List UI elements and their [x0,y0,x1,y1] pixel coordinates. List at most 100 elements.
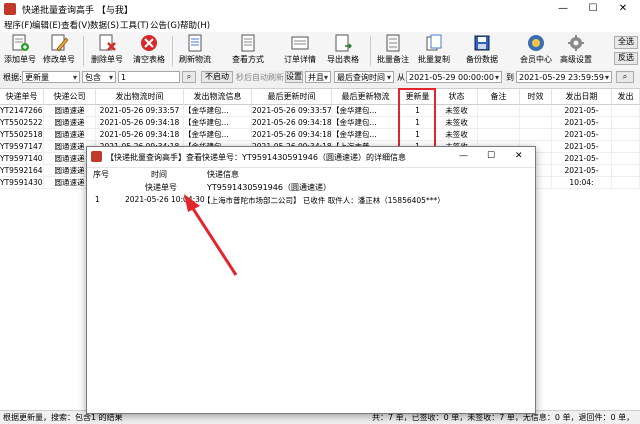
menu-view[interactable]: 查看(V) [61,19,90,31]
table-cell[interactable]: 圆通速递 [44,105,96,117]
filter-field-select[interactable]: 更新量 [22,71,80,83]
table-cell[interactable] [478,117,520,129]
batch-note-button[interactable]: 批量备注 [376,34,410,68]
table-cell[interactable] [612,117,640,129]
table-cell[interactable]: 2021-05- [552,129,612,141]
annotation-arrow [184,194,238,276]
table-cell[interactable] [520,105,552,117]
column-header[interactable]: 时效 [520,89,552,105]
table-cell[interactable]: YT9592164... [0,165,44,177]
highlight-box [398,88,436,151]
column-header[interactable]: 备注 [478,89,520,105]
table-cell[interactable] [612,141,640,153]
dialog-minimize-button[interactable]: — [459,151,468,161]
view-mode-button[interactable]: 查看方式 [228,34,268,68]
table-cell[interactable] [612,153,640,165]
table-cell[interactable]: YT9591430... [0,177,44,189]
minimize-button[interactable]: — [548,0,578,18]
column-header[interactable]: 发出物流时间 [96,89,184,105]
column-header[interactable]: 状态 [436,89,478,105]
table-cell[interactable] [612,129,640,141]
clear-table-button[interactable]: 清空表格 [132,34,166,68]
logic-select[interactable]: 并且 [305,71,331,83]
to-datetime[interactable]: 2021-05-29 23:59:59 [516,71,612,83]
table-cell[interactable]: 2021-05- [552,153,612,165]
column-header[interactable]: 快递单号 [0,89,44,105]
table-cell[interactable]: 【金华建包... [184,117,252,129]
not-started-button[interactable]: 不启动 [201,71,233,83]
table-cell[interactable]: 2021-05-26 09:33:57 [96,105,184,117]
dialog-close-button[interactable]: ✕ [515,151,523,161]
table-cell[interactable]: 2021-05-26 09:34:18 [252,129,332,141]
table-cell[interactable]: 圆通速递 [44,117,96,129]
column-header[interactable]: 快递公司 [44,89,96,105]
menu-help[interactable]: 帮助(H) [180,19,210,31]
menu-data[interactable]: 数据(S) [90,19,119,31]
menu-edit[interactable]: 编辑(E) [32,19,61,31]
dialog-maximize-button[interactable]: ☐ [487,151,495,161]
edit-number-button[interactable]: 修改单号 [42,34,76,68]
table-cell[interactable]: 【金华建包... [184,129,252,141]
table-cell[interactable]: YT5502522... [0,117,44,129]
table-cell[interactable]: 【金华建包... [332,105,400,117]
date-search-button[interactable]: ⌕ [616,71,634,83]
add-number-button[interactable]: 添加单号 [4,34,36,68]
table-cell[interactable] [478,105,520,117]
table-cell[interactable]: 未签收 [436,129,478,141]
select-all-button[interactable]: 全选 [614,36,638,49]
table-cell[interactable] [612,177,640,189]
table-cell[interactable]: YT9597140... [0,153,44,165]
table-cell[interactable]: 未签收 [436,105,478,117]
column-header[interactable]: 发出日期 [552,89,612,105]
table-cell[interactable]: 【金华建包... [184,105,252,117]
table-cell[interactable]: 2021-05-26 09:33:57 [252,105,332,117]
table-cell[interactable]: 2021-05- [552,117,612,129]
batch-copy-button[interactable]: 批量复制 [416,34,452,68]
column-header[interactable]: 发出物流信息 [184,89,252,105]
backup-data-button[interactable]: 备份数据 [464,34,500,68]
from-datetime[interactable]: 2021-05-29 00:00:00 [406,71,502,83]
menu-tools[interactable]: 工具(T) [120,19,149,31]
detail-dialog: 【快递批量查询高手】查看快递单号：YT9591430591946（圆通速递）的详… [86,146,536,414]
table-cell[interactable]: 圆通速递 [44,129,96,141]
column-header[interactable]: 最后更新物流 [332,89,400,105]
menu-program[interactable]: 程序(F) [4,19,33,31]
batch-note-icon [383,34,403,52]
table-cell[interactable]: 2021-05- [552,105,612,117]
member-center-button[interactable]: 会员中心 [518,34,554,68]
table-cell[interactable]: 未签收 [436,117,478,129]
maximize-button[interactable]: ☐ [578,0,608,18]
table-cell[interactable]: YT2147266... [0,105,44,117]
table-cell[interactable]: 2021-05- [552,165,612,177]
table-cell[interactable] [612,165,640,177]
refresh-logistics-button[interactable]: 刷新物流 [178,34,212,68]
table-cell[interactable]: YT9597147... [0,141,44,153]
table-cell[interactable] [612,105,640,117]
export-table-button[interactable]: 导出表格 [325,34,361,68]
table-cell[interactable]: 【金华建包... [332,129,400,141]
table-cell[interactable]: 2021-05-26 09:34:18 [96,117,184,129]
column-header[interactable]: 发出 [612,89,640,105]
table-cell[interactable]: 2021-05-26 09:34:18 [96,129,184,141]
search-button[interactable]: ⌕ [182,71,196,83]
table-cell[interactable]: 10:04: [552,177,612,189]
close-button[interactable]: ✕ [608,0,638,18]
order-detail-button[interactable]: 订单详情 [282,34,318,68]
time-field-select[interactable]: 最后查询时间 [334,71,394,83]
menu-notice[interactable]: 公告(G) [150,19,180,31]
delete-number-button[interactable]: 删除单号 [90,34,124,68]
advanced-settings-button[interactable]: 高级设置 [558,34,594,68]
settings-button[interactable]: 设置 [285,71,303,83]
app-icon [4,3,16,15]
table-cell[interactable]: 2021-05-26 09:34:18 [252,117,332,129]
filter-op-select[interactable]: 包含 [82,71,116,83]
table-cell[interactable] [478,129,520,141]
table-cell[interactable] [520,117,552,129]
invert-selection-button[interactable]: 反选 [614,52,638,65]
table-cell[interactable]: YT5502518... [0,129,44,141]
table-cell[interactable]: 【金华建包... [332,117,400,129]
table-cell[interactable] [520,129,552,141]
table-cell[interactable]: 2021-05- [552,141,612,153]
column-header[interactable]: 最后更新时间 [252,89,332,105]
filter-value-input[interactable]: 1 [118,71,180,83]
